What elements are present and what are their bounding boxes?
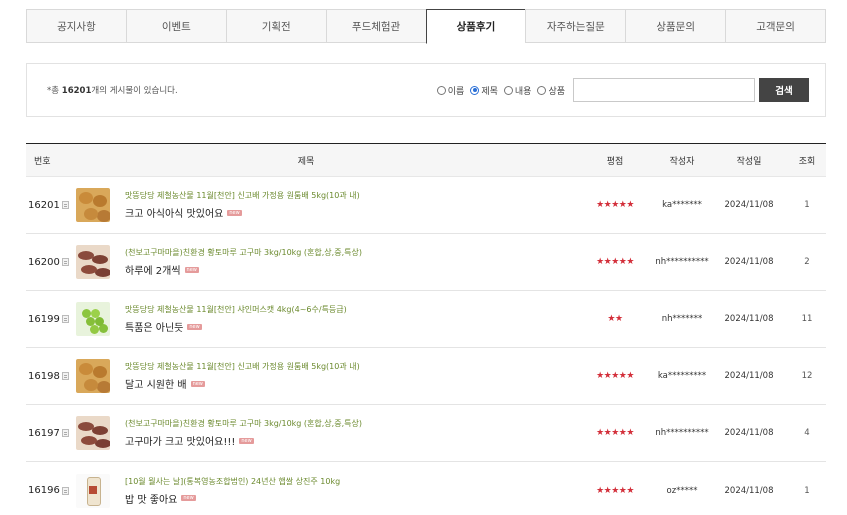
review-subject-link[interactable]: 하루에 2개씩 bbox=[125, 262, 181, 277]
product-thumbnail[interactable] bbox=[76, 359, 110, 393]
review-subject-link[interactable]: 고구마가 크고 맛있어요!!! bbox=[125, 433, 235, 448]
product-thumbnail[interactable] bbox=[76, 473, 110, 508]
post-number: 16199 bbox=[28, 313, 60, 325]
review-subject-link[interactable]: 크고 아식아식 맛있어요 bbox=[125, 205, 223, 220]
date: 2024/11/08 bbox=[724, 314, 774, 324]
view-count: 1 bbox=[804, 200, 810, 210]
header-title: 제목 bbox=[297, 156, 315, 167]
product-name-link[interactable]: (천보고구마마을)친환경 황토마루 고구마 3kg/10kg (혼합,상,중,특… bbox=[125, 418, 362, 429]
table-row[interactable]: 16198 맛뜽당당 제철농산물 11월[천안] 신고배 가정용 원툼배 5kg… bbox=[26, 348, 826, 405]
view-count: 12 bbox=[801, 371, 813, 381]
writer: ka******* bbox=[662, 200, 702, 210]
date: 2024/11/08 bbox=[724, 200, 774, 210]
product-name-link[interactable]: 맛뜽당당 제철농산물 11월[천안] 신고배 가정용 원툼배 5kg(10과 내… bbox=[125, 361, 360, 372]
product-name-link[interactable]: (천보고구마마을)친환경 황토마루 고구마 3kg/10kg (혼합,상,중,특… bbox=[125, 247, 362, 258]
post-number: 16200 bbox=[28, 256, 60, 268]
star-rating: ★★★★★ bbox=[596, 485, 634, 496]
date: 2024/11/08 bbox=[724, 485, 774, 496]
star-rating: ★★★★★ bbox=[596, 371, 634, 381]
count-prefix: *총 bbox=[47, 86, 62, 96]
date: 2024/11/08 bbox=[724, 257, 774, 267]
new-badge: new bbox=[184, 266, 199, 273]
table-row[interactable]: 16199 맛뜽당당 제철농산물 11월[천안] 샤인머스캣 4kg(4~6수/… bbox=[26, 291, 826, 348]
tab-customer-inquiry[interactable]: 고객문의 bbox=[725, 9, 826, 43]
product-thumbnail[interactable] bbox=[76, 188, 110, 222]
table-row[interactable]: 16201 맛뜽당당 제철농산물 11월[천안] 신고배 가정용 원툼배 5kg… bbox=[26, 177, 826, 234]
review-subject-link[interactable]: 달고 시원한 배 bbox=[125, 376, 187, 391]
star-rating: ★★★★★ bbox=[596, 200, 634, 210]
header-writer: 작성자 bbox=[669, 156, 695, 167]
review-subject-link[interactable]: 밥 맛 좋아요 bbox=[125, 491, 177, 506]
star-rating: ★★★★★ bbox=[596, 428, 634, 438]
star-rating: ★★ bbox=[607, 314, 623, 324]
product-name-link[interactable]: 맛뜽당당 제철농산물 11월[천안] 신고배 가정용 원툼배 5kg(10과 내… bbox=[125, 190, 360, 201]
edit-document-icon bbox=[61, 315, 69, 323]
post-count: *총 16201개의 게시물이 있습니다. bbox=[47, 84, 437, 96]
view-count: 4 bbox=[804, 428, 810, 438]
tab-food-experience[interactable]: 푸드체험관 bbox=[325, 9, 426, 43]
table-row[interactable]: 16200 (천보고구마마을)친환경 황토마루 고구마 3kg/10kg (혼합… bbox=[26, 234, 826, 291]
header-views: 조회 bbox=[798, 156, 816, 167]
star-rating: ★★★★★ bbox=[596, 257, 634, 267]
product-thumbnail[interactable] bbox=[76, 245, 110, 279]
radio-title[interactable]: 제목 bbox=[470, 84, 498, 97]
post-number: 16197 bbox=[28, 427, 60, 439]
new-badge: new bbox=[227, 209, 242, 216]
radio-content[interactable]: 내용 bbox=[503, 84, 531, 97]
product-name-link[interactable]: [10월 뭘사는 날](통복영농조합법인) 24년산 햅쌀 상진주 10kg bbox=[125, 476, 340, 487]
document-icon bbox=[61, 201, 69, 209]
new-badge: new bbox=[187, 323, 202, 330]
writer: nh********** bbox=[655, 257, 709, 267]
header-date: 작성일 bbox=[736, 156, 762, 167]
post-number: 16196 bbox=[28, 485, 60, 496]
radio-button-checked-icon[interactable] bbox=[470, 85, 480, 95]
new-badge: new bbox=[181, 495, 196, 501]
table-row[interactable]: 16197 (천보고구마마을)친환경 황토마루 고구마 3kg/10kg (혼합… bbox=[26, 405, 826, 462]
header-no: 번호 bbox=[34, 156, 51, 167]
writer: nh********** bbox=[655, 428, 709, 438]
tab-product-inquiry[interactable]: 상품문의 bbox=[625, 9, 726, 43]
review-subject-link[interactable]: 특품은 아닌듯 bbox=[125, 319, 183, 334]
tab-notice[interactable]: 공지사항 bbox=[26, 9, 126, 43]
radio-button-icon[interactable] bbox=[436, 85, 446, 95]
writer: nh******* bbox=[661, 314, 703, 324]
table-header: 번호 제목 평점 작성자 작성일 조회 bbox=[26, 144, 826, 177]
date: 2024/11/08 bbox=[724, 428, 774, 438]
view-count: 11 bbox=[801, 314, 813, 324]
new-badge: new bbox=[190, 380, 205, 387]
search-input[interactable] bbox=[573, 78, 755, 102]
post-number: 16201 bbox=[28, 199, 60, 211]
header-rating: 평점 bbox=[606, 156, 624, 167]
writer: ka********* bbox=[657, 371, 707, 381]
product-thumbnail[interactable] bbox=[76, 302, 110, 336]
board-tabs: 공지사항 이벤트 기획전 푸드체험관 상품후기 자주하는질문 상품문의 고객문의 bbox=[26, 9, 826, 44]
product-name-link[interactable]: 맛뜽당당 제철농산물 11월[천안] 샤인머스캣 4kg(4~6수/특등급) bbox=[125, 304, 347, 315]
document-icon bbox=[61, 429, 69, 437]
tab-exhibition[interactable]: 기획전 bbox=[225, 9, 326, 43]
date: 2024/11/08 bbox=[724, 371, 774, 381]
document-icon bbox=[61, 486, 69, 495]
product-thumbnail[interactable] bbox=[76, 416, 110, 450]
post-number: 16198 bbox=[28, 370, 60, 382]
radio-name[interactable]: 이름 bbox=[436, 84, 464, 97]
radio-button-icon[interactable] bbox=[503, 85, 513, 95]
view-count: 1 bbox=[804, 485, 810, 496]
search-field-options: 이름 제목 내용 상품 bbox=[436, 84, 565, 97]
search-button[interactable]: 검색 bbox=[759, 78, 809, 102]
radio-button-icon[interactable] bbox=[537, 85, 547, 95]
view-count: 2 bbox=[804, 257, 810, 267]
search-panel: *총 16201개의 게시물이 있습니다. 이름 제목 내용 상품 검색 bbox=[26, 63, 826, 117]
count-suffix: 개의 게시물이 있습니다. bbox=[91, 86, 178, 96]
radio-product[interactable]: 상품 bbox=[537, 84, 565, 97]
review-table: 번호 제목 평점 작성자 작성일 조회 16201 맛뜽당당 제철농산물 11월… bbox=[26, 143, 826, 515]
writer: oz***** bbox=[666, 485, 698, 496]
count-value: 16201 bbox=[61, 86, 92, 96]
table-row[interactable]: 16196 [10월 뭘사는 날](통복영농조합법인) 24년산 햅쌀 상진주 … bbox=[26, 462, 826, 515]
document-icon bbox=[61, 372, 69, 380]
tab-product-review[interactable]: 상품후기 bbox=[425, 9, 526, 44]
document-icon bbox=[61, 258, 69, 266]
tab-faq[interactable]: 자주하는질문 bbox=[525, 9, 626, 43]
tab-event[interactable]: 이벤트 bbox=[125, 9, 226, 43]
new-badge: new bbox=[239, 437, 254, 444]
